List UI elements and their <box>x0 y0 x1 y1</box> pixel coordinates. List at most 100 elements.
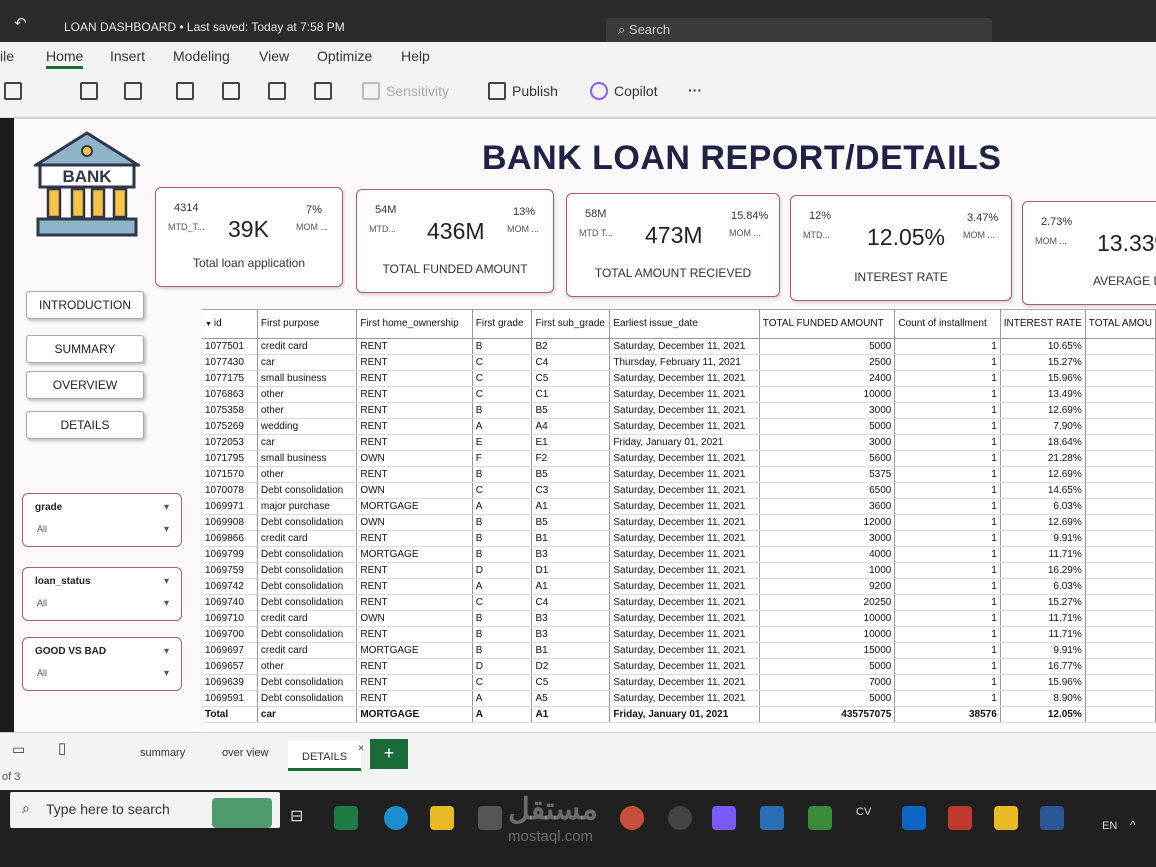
app-icon[interactable]: CV <box>856 806 880 830</box>
pdf-reader-icon[interactable] <box>948 806 972 830</box>
close-icon[interactable]: × <box>358 743 364 754</box>
new-visual-button[interactable] <box>268 82 286 100</box>
table-row[interactable]: 1069759 Debt consolidation RENT D D1 Saturday… <box>202 562 1156 579</box>
table-row[interactable]: 1076863 other RENT C C1 Saturday, December 11… <box>202 386 1156 403</box>
paste-button[interactable] <box>4 82 22 100</box>
chevron-down-icon[interactable]: ▾ <box>164 502 169 513</box>
add-page-button[interactable]: + <box>370 739 408 769</box>
details-table-visual[interactable]: ▼ id First purpose First home_ownership … <box>202 309 1156 733</box>
task-view-icon[interactable]: ⊟ <box>290 806 314 830</box>
column-header-interest-rate[interactable]: INTEREST RATE <box>1000 310 1086 339</box>
calculator-button[interactable] <box>314 82 332 100</box>
kpi-card-total-received[interactable]: 58M MTD T... 15.84% MOM ... 473M TOTAL A… <box>566 193 780 297</box>
table-row[interactable]: 1069740 Debt consolidation RENT C C4 Saturday… <box>202 594 1156 611</box>
table-row[interactable]: 1069639 Debt consolidation RENT C C5 Saturday… <box>202 674 1156 691</box>
app-icon[interactable] <box>808 806 832 830</box>
language-indicator[interactable]: EN <box>1102 820 1117 832</box>
copilot-app-icon[interactable] <box>712 806 736 830</box>
table-row[interactable]: 1069657 other RENT D D2 Saturday, December 11… <box>202 658 1156 675</box>
undo-icon[interactable]: ↶ <box>14 14 27 32</box>
grade-slicer[interactable]: grade ▾ All ▾ <box>22 493 182 547</box>
chevron-up-icon[interactable]: ^ <box>1130 818 1136 832</box>
good-vs-bad-slicer[interactable]: GOOD VS BAD ▾ All ▾ <box>22 637 182 691</box>
page-tab-summary[interactable]: summary <box>140 747 185 759</box>
column-header-total-amount[interactable]: TOTAL AMOU <box>1085 310 1156 339</box>
column-header-id[interactable]: ▼ id <box>202 310 258 339</box>
refresh-button[interactable] <box>222 82 240 100</box>
edge-icon[interactable] <box>384 806 408 830</box>
file-explorer-icon[interactable] <box>430 806 454 830</box>
word-icon[interactable] <box>1040 806 1064 830</box>
table-row[interactable]: 1069971 major purchase MORTGAGE A A1 Saturday… <box>202 498 1156 515</box>
table-row[interactable]: 1077501 credit card RENT B B2 Saturday, Decem… <box>202 338 1156 355</box>
tab-optimize[interactable]: Optimize <box>317 48 372 64</box>
column-header-sub-grade[interactable]: First sub_grade <box>531 310 611 339</box>
app-icon[interactable] <box>668 806 692 830</box>
window-title[interactable]: LOAN DASHBOARD • Last saved: Today at 7:… <box>64 20 345 34</box>
loan-status-slicer[interactable]: loan_status ▾ All ▾ <box>22 567 182 621</box>
chevron-down-icon[interactable]: ▾ <box>164 668 169 679</box>
page-tab-overview[interactable]: over view <box>222 747 268 759</box>
table-row[interactable]: 1069700 Debt consolidation RENT B B3 Saturday… <box>202 626 1156 643</box>
recent-sources-button[interactable] <box>124 82 142 100</box>
table-row[interactable]: 1075358 other RENT B B5 Saturday, December 11… <box>202 402 1156 419</box>
kpi-card-average-dti[interactable]: 2.73% MOM ... 13.33% AVERAGE D <box>1022 201 1156 305</box>
table-row[interactable]: 1069591 Debt consolidation RENT A A5 Saturday… <box>202 690 1156 707</box>
column-header-installment-count[interactable]: Count of installment <box>894 310 1001 339</box>
copilot-button[interactable]: Copilot <box>590 82 658 100</box>
details-button[interactable]: DETAILS <box>26 411 144 439</box>
tab-home[interactable]: Home <box>46 48 84 69</box>
summary-button[interactable]: SUMMARY <box>26 335 144 363</box>
sensitivity-button[interactable]: Sensitivity <box>362 82 449 100</box>
table-row[interactable]: 1069908 Debt consolidation OWN B B5 Saturday,… <box>202 514 1156 531</box>
weather-widget-icon[interactable] <box>212 798 272 828</box>
app-icon[interactable] <box>760 806 784 830</box>
table-row[interactable]: 1075269 wedding RENT A A4 Saturday, December … <box>202 418 1156 435</box>
table-row[interactable]: 1077175 small business RENT C C5 Saturday, De… <box>202 370 1156 387</box>
slicer-value[interactable]: All <box>37 598 47 608</box>
tab-view[interactable]: View <box>259 48 289 64</box>
store-icon[interactable] <box>478 806 502 830</box>
table-row[interactable]: 1069742 Debt consolidation RENT A A1 Saturday… <box>202 578 1156 595</box>
linkedin-icon[interactable] <box>902 806 926 830</box>
column-header-funded-amount[interactable]: TOTAL FUNDED AMOUNT <box>759 310 896 339</box>
column-header-home-ownership[interactable]: First home_ownership <box>356 310 473 339</box>
tab-modeling[interactable]: Modeling <box>173 48 230 64</box>
table-row[interactable]: 1071795 small business OWN F F2 Saturday, Dec… <box>202 450 1156 467</box>
column-header-grade[interactable]: First grade <box>472 310 533 339</box>
table-row[interactable]: 1071570 other RENT B B5 Saturday, December 11… <box>202 466 1156 483</box>
tab-insert[interactable]: Insert <box>110 48 145 64</box>
column-header-issue-date[interactable]: Earliest issue_date <box>609 310 760 339</box>
slicer-value[interactable]: All <box>37 524 47 534</box>
tab-file[interactable]: ile <box>0 48 14 64</box>
overview-button[interactable]: OVERVIEW <box>26 371 144 399</box>
column-header-purpose[interactable]: First purpose <box>257 310 358 339</box>
chevron-down-icon[interactable]: ▾ <box>164 646 169 657</box>
chrome-icon[interactable] <box>620 806 644 830</box>
kpi-card-total-applications[interactable]: 4314 MTD_T... 7% MOM ... 39K Total loan … <box>155 187 343 287</box>
table-row[interactable]: 1069697 credit card MORTGAGE B B1 Saturday, D… <box>202 642 1156 659</box>
chevron-down-icon[interactable]: ▾ <box>164 598 169 609</box>
table-row[interactable]: 1077430 car RENT C C4 Thursday, February 11, … <box>202 354 1156 371</box>
chevron-down-icon[interactable]: ▾ <box>164 576 169 587</box>
table-row[interactable]: 1070078 Debt consolidation OWN C C3 Saturday,… <box>202 482 1156 499</box>
power-bi-icon[interactable] <box>994 806 1018 830</box>
transform-button[interactable] <box>176 82 194 100</box>
table-row[interactable]: 1069866 credit card RENT B B1 Saturday, Decem… <box>202 530 1156 547</box>
publish-button[interactable]: Publish <box>488 82 558 100</box>
table-row[interactable]: 1072053 car RENT E E1 Friday, January 01, 202… <box>202 434 1156 451</box>
excel-icon[interactable] <box>334 806 358 830</box>
page-tab-details[interactable]: DETAILS <box>288 741 362 771</box>
table-row[interactable]: 1069710 credit card OWN B B3 Saturday, Decemb… <box>202 610 1156 627</box>
get-data-button[interactable] <box>80 82 98 100</box>
more-options-button[interactable]: ··· <box>688 82 702 98</box>
mobile-view-icon[interactable]: ▯ <box>58 739 66 757</box>
kpi-card-total-funded[interactable]: 54M MTD... 13% MOM ... 436M TOTAL FUNDED… <box>356 189 554 293</box>
introduction-button[interactable]: INTRODUCTION <box>26 291 144 319</box>
chevron-down-icon[interactable]: ▾ <box>164 524 169 535</box>
tab-help[interactable]: Help <box>401 48 430 64</box>
table-total-row[interactable]: Total car MORTGAGE A A1 Friday, January 01, 2… <box>202 705 1156 723</box>
desktop-view-icon[interactable]: ▭ <box>12 741 25 758</box>
table-row[interactable]: 1069799 Debt consolidation MORTGAGE B B3 Satu… <box>202 546 1156 563</box>
kpi-card-interest-rate[interactable]: 12% MTD... 3.47% MOM ... 12.05% INTEREST… <box>790 195 1012 301</box>
